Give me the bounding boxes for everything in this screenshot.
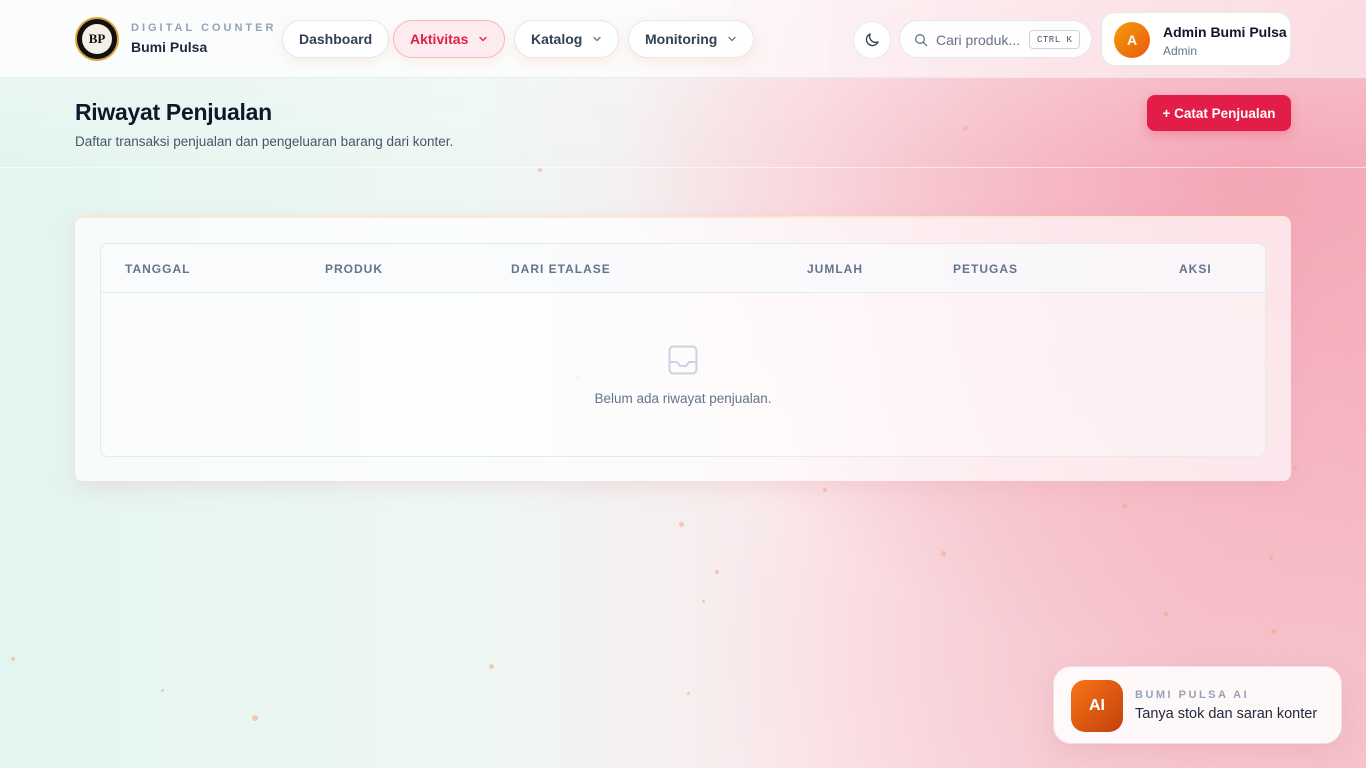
- column-header-tanggal[interactable]: TANGGAL: [125, 262, 190, 276]
- nav-label: Monitoring: [645, 31, 718, 47]
- moon-icon: [865, 33, 879, 47]
- nav-dashboard[interactable]: Dashboard: [282, 20, 390, 58]
- ai-assistant-prompt: Tanya stok dan saran konter: [1135, 706, 1318, 722]
- ai-badge-icon: AI: [1071, 680, 1123, 732]
- chevron-down-icon: [728, 36, 736, 42]
- user-role: Admin: [1163, 44, 1198, 58]
- column-header-aksi: AKSI: [1179, 262, 1212, 276]
- chevron-down-icon: [593, 36, 601, 42]
- column-header-dari-etalase[interactable]: DARI ETALASE: [511, 262, 611, 276]
- page-title: Riwayat Penjualan: [75, 99, 272, 125]
- theme-toggle-button[interactable]: [853, 21, 891, 59]
- search-input[interactable]: [936, 30, 1026, 50]
- sales-history-table: TANGGAL PRODUK DARI ETALASE JUMLAH PETUG…: [100, 243, 1266, 457]
- column-header-petugas[interactable]: PETUGAS: [953, 262, 1018, 276]
- sales-history-card: TANGGAL PRODUK DARI ETALASE JUMLAH PETUG…: [75, 216, 1291, 481]
- empty-state-message: Belum ada riwayat penjualan.: [594, 391, 772, 406]
- search-shortcut-hint: CTRL K: [1029, 30, 1081, 49]
- search-icon: [915, 34, 928, 47]
- brand-logo[interactable]: BP: [75, 17, 119, 61]
- chevron-down-icon: [479, 36, 488, 42]
- top-navigation-bar: BP DIGITAL COUNTER Bumi Pulsa Dashboard …: [0, 0, 1366, 78]
- nav-label: Dashboard: [299, 31, 373, 47]
- nav-label: Katalog: [531, 31, 583, 47]
- page-subtitle: Daftar transaksi penjualan dan pengeluar…: [75, 134, 454, 149]
- column-header-produk[interactable]: PRODUK: [325, 262, 383, 276]
- user-menu[interactable]: A Admin Bumi Pulsa Admin: [1101, 12, 1291, 66]
- nav-katalog-dropdown[interactable]: Katalog: [514, 20, 620, 58]
- brand-kicker: DIGITAL COUNTER: [131, 22, 277, 34]
- ai-assistant-launcher[interactable]: AI BUMI PULSA AI Tanya stok dan saran ko…: [1053, 666, 1342, 744]
- brand-name: Bumi Pulsa: [131, 39, 208, 55]
- nav-aktivitas-dropdown[interactable]: Aktivitas: [393, 20, 506, 58]
- global-search[interactable]: CTRL K: [899, 20, 1092, 58]
- nav-monitoring-dropdown[interactable]: Monitoring: [628, 20, 755, 58]
- nav-label: Aktivitas: [410, 31, 469, 47]
- logo-monogram: BP: [82, 24, 112, 54]
- user-name: Admin Bumi Pulsa: [1163, 24, 1287, 40]
- inbox-icon: [668, 345, 698, 375]
- column-header-jumlah[interactable]: JUMLAH: [807, 262, 863, 276]
- record-sale-button[interactable]: + Catat Penjualan: [1147, 95, 1291, 131]
- avatar: A: [1114, 22, 1150, 58]
- ai-assistant-kicker: BUMI PULSA AI: [1135, 689, 1250, 701]
- table-header-row: TANGGAL PRODUK DARI ETALASE JUMLAH PETUG…: [101, 244, 1265, 293]
